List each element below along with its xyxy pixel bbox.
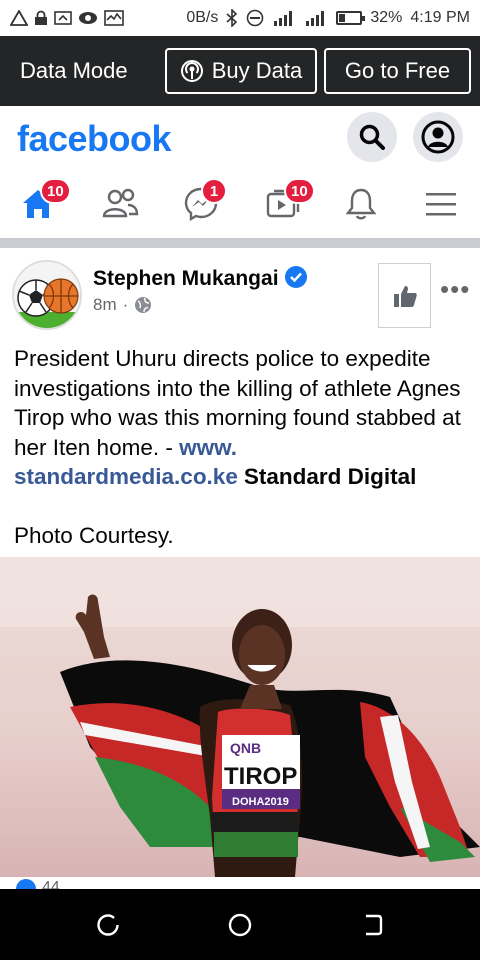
signal-2-icon	[306, 11, 325, 26]
lock-icon	[35, 10, 47, 25]
watch-badge: 10	[284, 178, 315, 204]
clock: 4:19 PM	[410, 9, 470, 26]
tab-home[interactable]: 10	[10, 178, 71, 228]
do-not-disturb-icon	[247, 9, 264, 27]
tab-messenger[interactable]: 1	[173, 178, 229, 228]
post-text: President Uhuru directs police to expedi…	[14, 344, 472, 550]
reaction-count: 44	[42, 879, 60, 889]
author-name-text: Stephen Mukangai	[93, 267, 279, 290]
status-right: 0B/s 32% 4:19 PM	[186, 9, 470, 27]
friends-icon	[102, 188, 139, 218]
tab-menu[interactable]	[413, 180, 469, 228]
activity-icon	[104, 10, 124, 26]
like-page-button[interactable]	[378, 263, 431, 328]
tab-friends[interactable]	[92, 180, 148, 228]
bib-name: TIROP	[224, 763, 297, 790]
screen: 0B/s 32% 4:19 PM Data Mode Buy Data Go t…	[0, 0, 480, 960]
bib-event: DOHA2019	[232, 796, 289, 808]
network-speed: 0B/s	[186, 9, 219, 26]
buy-data-button[interactable]: Buy Data	[165, 48, 317, 94]
post-photo[interactable]: QNB TIROP DOHA2019	[0, 557, 480, 877]
home-nav-icon[interactable]	[226, 911, 254, 939]
verified-badge-icon	[284, 266, 307, 288]
battery-icon	[336, 11, 366, 25]
search-button[interactable]	[347, 112, 397, 162]
warning-icon	[10, 10, 28, 26]
bell-icon	[346, 188, 376, 220]
post-time[interactable]: 8m	[93, 295, 117, 315]
post-body: President Uhuru directs police to expedi…	[14, 346, 461, 460]
search-icon	[359, 124, 385, 150]
go-to-free-button[interactable]: Go to Free	[324, 48, 471, 94]
broadcast-icon	[180, 60, 203, 82]
athlete-photo: QNB TIROP DOHA2019	[0, 557, 480, 877]
notification-icons	[10, 10, 124, 26]
meta-separator: ·	[122, 295, 129, 314]
post-meta: 8m ·	[93, 295, 152, 315]
back-icon[interactable]	[358, 911, 386, 939]
system-navigation-bar	[0, 889, 480, 960]
recent-apps-icon[interactable]	[94, 911, 122, 939]
facebook-logo[interactable]: facebook	[17, 118, 172, 160]
author-name[interactable]: Stephen Mukangai	[93, 266, 307, 291]
profile-icon	[421, 120, 455, 154]
nav-tabs: 10 1 10	[0, 168, 480, 238]
bluetooth-icon	[226, 9, 238, 27]
home-badge: 10	[40, 178, 71, 204]
author-avatar[interactable]	[12, 260, 82, 330]
facebook-header: facebook	[0, 106, 480, 168]
thumbs-up-icon	[393, 285, 417, 307]
go-to-free-label: Go to Free	[344, 58, 451, 83]
tab-notifications[interactable]	[333, 180, 389, 228]
source-name[interactable]: Standard Digital	[244, 464, 417, 489]
messenger-badge: 1	[201, 178, 227, 204]
data-mode-bar: Data Mode Buy Data Go to Free	[0, 36, 480, 106]
screenshot-icon	[54, 11, 72, 25]
photo-credit: Photo Courtesy.	[14, 522, 174, 548]
bib-sponsor: QNB	[230, 740, 261, 756]
feed-separator	[0, 238, 480, 248]
battery-percent: 32%	[370, 9, 403, 26]
reaction-strip[interactable]: 44	[0, 877, 480, 889]
eye-icon	[79, 12, 97, 24]
buy-data-label: Buy Data	[211, 58, 303, 83]
post-header: Stephen Mukangai 8m · •••	[0, 248, 480, 338]
signal-icon	[274, 11, 293, 26]
profile-button[interactable]	[413, 112, 463, 162]
like-reaction-icon	[16, 879, 36, 889]
menu-icon	[426, 193, 456, 216]
data-mode-label: Data Mode	[20, 58, 128, 83]
sports-balls-avatar	[14, 262, 80, 328]
status-bar: 0B/s 32% 4:19 PM	[0, 0, 480, 36]
post-options-button[interactable]: •••	[440, 274, 470, 305]
globe-icon	[135, 297, 152, 313]
tab-watch[interactable]: 10	[256, 178, 315, 228]
